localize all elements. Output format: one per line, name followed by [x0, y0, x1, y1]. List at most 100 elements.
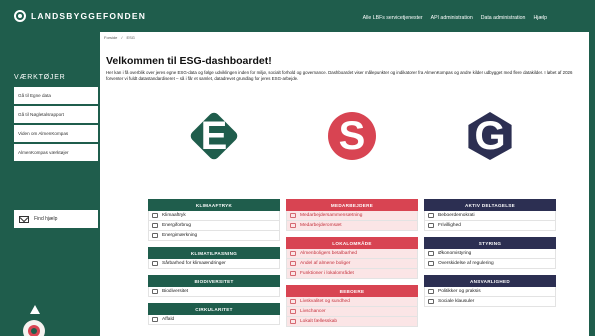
category-card: KLIMAAFTRYK Klimaaftryk Energiforbrug En…: [148, 199, 280, 241]
category-header: ANSVARLIGHED: [424, 275, 556, 287]
intro-text: Her kan i få overblik over jeres egne ES…: [106, 70, 573, 81]
s-badge: S: [328, 112, 376, 160]
metric-link[interactable]: Almenboligers betalbarhed: [286, 249, 418, 259]
metric-label: Affald: [162, 317, 175, 322]
metric-label: Klimaaftryk: [162, 213, 186, 218]
mail-icon: [19, 215, 29, 223]
metric-label: Livskvalitet og sundhed: [300, 299, 350, 304]
breadcrumb-separator: /: [121, 35, 123, 40]
metric-icon: [152, 261, 158, 266]
metric-icon: [152, 233, 158, 238]
metric-label: Sårbarhed for klimaændringer: [162, 261, 226, 266]
top-bar: LANDSBYGGEFONDEN Alle LBFs servicetjenes…: [0, 0, 595, 32]
metric-icon: [290, 213, 296, 218]
category-card: BEBOERE Livskvalitet og sundhed Livschan…: [286, 285, 418, 327]
metric-link[interactable]: Økonomistyring: [424, 249, 556, 259]
e-badge: E: [188, 110, 240, 162]
category-header: CIRKULARITET: [148, 303, 280, 315]
category-header: KLIMAAFTRYK: [148, 199, 280, 211]
metric-icon: [428, 251, 434, 256]
metric-link[interactable]: Livschancer: [286, 307, 418, 317]
metric-link[interactable]: Sociale klausuler: [424, 297, 556, 307]
sidebar-item-about[interactable]: Viden om AlmenKompas: [14, 125, 98, 142]
metric-icon: [428, 299, 434, 304]
social-column: S MEDARBEJDERE Medarbejdersammensætning …: [286, 94, 418, 327]
sidebar: VÆRKTØJER Gå til Egne data Gå til Nøglet…: [0, 32, 100, 336]
g-letter: G: [474, 113, 506, 158]
metric-link[interactable]: Medarbejderomsæt: [286, 221, 418, 231]
top-nav: Alle LBFs servicetjenester API administr…: [363, 15, 547, 21]
metric-label: Medarbejdersammensætning: [300, 213, 363, 218]
category-header: BIODIVERSITET: [148, 275, 280, 287]
category-header: STYRING: [424, 237, 556, 249]
metric-icon: [290, 251, 296, 256]
category-card: STYRING Økonomistyring Overskidelse af r…: [424, 237, 556, 269]
metric-link[interactable]: Affald: [148, 315, 280, 325]
metric-link[interactable]: Biodiversitet: [148, 287, 280, 297]
metric-label: Økonomistyring: [438, 251, 472, 256]
metric-label: Sociale klausuler: [438, 299, 475, 304]
breadcrumb-home[interactable]: Forside: [104, 35, 117, 40]
nav-link-help[interactable]: Hjælp: [533, 15, 547, 21]
category-card: LOKALOMRÅDE Almenboligers betalbarhed An…: [286, 237, 418, 279]
sidebar-item-own-data[interactable]: Gå til Egne data: [14, 87, 98, 104]
metric-icon: [290, 299, 296, 304]
metric-icon: [428, 223, 434, 228]
metric-link[interactable]: Livskvalitet og sundhed: [286, 297, 418, 307]
metric-link[interactable]: Energiforbrug: [148, 221, 280, 231]
metric-label: Frivillighed: [438, 223, 461, 228]
metric-icon: [152, 223, 158, 228]
sidebar-item-key-figures[interactable]: Gå til Nøgletalsrapport: [14, 106, 98, 123]
category-header: LOKALOMRÅDE: [286, 237, 418, 249]
brand-logo[interactable]: LANDSBYGGEFONDEN: [14, 10, 146, 22]
page-title: Velkommen til ESG-dashboardet!: [106, 55, 272, 67]
main-content: Forside / ESG Velkommen til ESG-dashboar…: [100, 32, 589, 336]
metric-link[interactable]: Lokalt fællesskab: [286, 317, 418, 327]
metric-link[interactable]: Politikker og praksis: [424, 287, 556, 297]
metric-icon: [428, 289, 434, 294]
category-card: BIODIVERSITET Biodiversitet: [148, 275, 280, 297]
metric-link[interactable]: Overskidelse af regulering: [424, 259, 556, 269]
category-header: AKTIV DELTAGELSE: [424, 199, 556, 211]
metric-icon: [428, 261, 434, 266]
category-header: BEBOERE: [286, 285, 418, 297]
category-card: MEDARBEJDERE Medarbejdersammensætning Me…: [286, 199, 418, 231]
sidebar-title: VÆRKTØJER: [14, 74, 66, 81]
metric-link[interactable]: Energimærkning: [148, 231, 280, 241]
category-header: KLIMATILPASNING: [148, 247, 280, 259]
metric-link[interactable]: Beboerdemokrati: [424, 211, 556, 221]
metric-link[interactable]: Sårbarhed for klimaændringer: [148, 259, 280, 269]
category-card: ANSVARLIGHED Politikker og praksis Socia…: [424, 275, 556, 307]
metric-label: Beboerdemokrati: [438, 213, 475, 218]
nav-link-api-admin[interactable]: API administration: [431, 15, 473, 21]
brand-mark-icon: [14, 10, 26, 22]
metric-icon: [290, 223, 296, 228]
find-help-label: Find hjælp: [34, 216, 58, 222]
metric-label: Politikker og praksis: [438, 289, 481, 294]
right-edge-band: [589, 100, 595, 336]
metric-link[interactable]: Klimaaftryk: [148, 211, 280, 221]
metric-icon: [428, 213, 434, 218]
environment-column: E KLIMAAFTRYK Klimaaftryk Energiforbrug …: [148, 94, 280, 325]
category-header: MEDARBEJDERE: [286, 199, 418, 211]
metric-label: Biodiversitet: [162, 289, 189, 294]
find-help-button[interactable]: Find hjælp: [14, 210, 98, 228]
metric-icon: [152, 289, 158, 294]
metric-link[interactable]: Frivillighed: [424, 221, 556, 231]
metric-label: Almenboligers betalbarhed: [300, 251, 358, 256]
category-card: KLIMATILPASNING Sårbarhed for klimaændri…: [148, 247, 280, 269]
metric-icon: [152, 317, 158, 322]
metric-icon: [290, 261, 296, 266]
category-card: CIRKULARITET Affald: [148, 303, 280, 325]
category-card: AKTIV DELTAGELSE Beboerdemokrati Frivill…: [424, 199, 556, 231]
nav-link-data-admin[interactable]: Data administration: [481, 15, 526, 21]
metric-link[interactable]: Funktioner i lokalområdet: [286, 269, 418, 279]
metric-label: Funktioner i lokalområdet: [300, 271, 354, 276]
s-letter: S: [338, 113, 366, 158]
metric-label: Andel af almene boliger: [300, 261, 351, 266]
metric-link[interactable]: Medarbejdersammensætning: [286, 211, 418, 221]
breadcrumb-current: ESG: [126, 35, 135, 40]
metric-link[interactable]: Andel af almene boliger: [286, 259, 418, 269]
nav-link-services[interactable]: Alle LBFs servicetjenester: [363, 15, 423, 21]
sidebar-item-tools[interactable]: AlmenKompas værktøjer: [14, 144, 98, 161]
